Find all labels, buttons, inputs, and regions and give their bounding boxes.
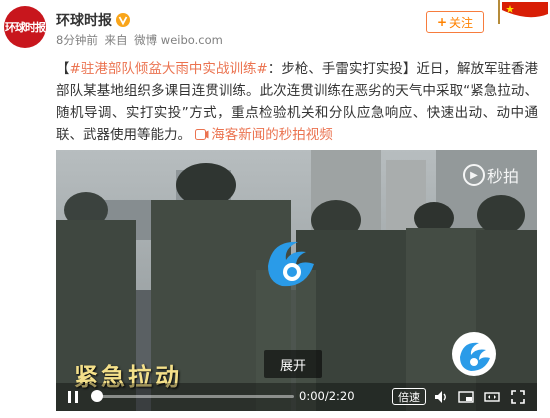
account-name[interactable]: 环球时报: [56, 10, 112, 30]
fullscreen-icon[interactable]: [510, 389, 526, 405]
verified-v-icon: [116, 13, 130, 27]
camera-circle-icon: ▶: [462, 164, 485, 186]
flag-decoration-icon: [488, 0, 550, 24]
watermark-text: 秒拍: [486, 167, 519, 186]
expand-button[interactable]: 展开: [264, 350, 322, 378]
speed-button[interactable]: 倍速: [392, 388, 426, 405]
pause-icon[interactable]: [66, 390, 80, 404]
avatar[interactable]: 环球时报: [4, 6, 46, 48]
video-source-link[interactable]: 海客新闻的秒拍视频: [195, 127, 333, 143]
widescreen-icon[interactable]: [484, 389, 500, 405]
open-bracket: 【: [56, 61, 70, 77]
follow-button[interactable]: + 关注: [426, 11, 484, 33]
hashtag-link[interactable]: #驻港部队倾盆大雨中实战训练#: [70, 61, 268, 77]
miaopai-watermark: ▶ 秒拍: [462, 163, 519, 187]
source-prefix: 来自: [104, 33, 128, 47]
volume-icon[interactable]: [433, 389, 449, 405]
post-text: 【#驻港部队倾盆大雨中实战训练#：步枪、手雷实打实投】近日，解放军驻香港部队某基…: [56, 58, 538, 146]
account-header: 环球时报: [56, 10, 130, 30]
avatar-text: 环球时报: [5, 21, 46, 34]
follow-label: 关注: [449, 15, 474, 30]
progress-knob[interactable]: [91, 390, 103, 402]
post-source[interactable]: 微博 weibo.com: [134, 33, 223, 47]
video-link-label: 海客新闻的秒拍视频: [211, 127, 333, 143]
plus-icon: +: [436, 15, 448, 29]
post-meta: 8分钟前 来自 微博 weibo.com: [56, 32, 226, 48]
video-link-icon: [195, 129, 209, 140]
news-logo-icon: [268, 241, 314, 287]
picture-in-picture-icon[interactable]: [458, 389, 474, 405]
post-time[interactable]: 8分钟前: [56, 33, 98, 47]
video-controls: 0:00/2:20 倍速: [56, 383, 537, 411]
news-app-logo-icon: [452, 332, 496, 376]
video-time: 0:00/2:20: [299, 389, 355, 403]
progress-track[interactable]: [94, 395, 294, 398]
video-player[interactable]: ▶ 秒拍 紧急拉动 展开 0:00/2:20 倍速: [56, 150, 537, 411]
